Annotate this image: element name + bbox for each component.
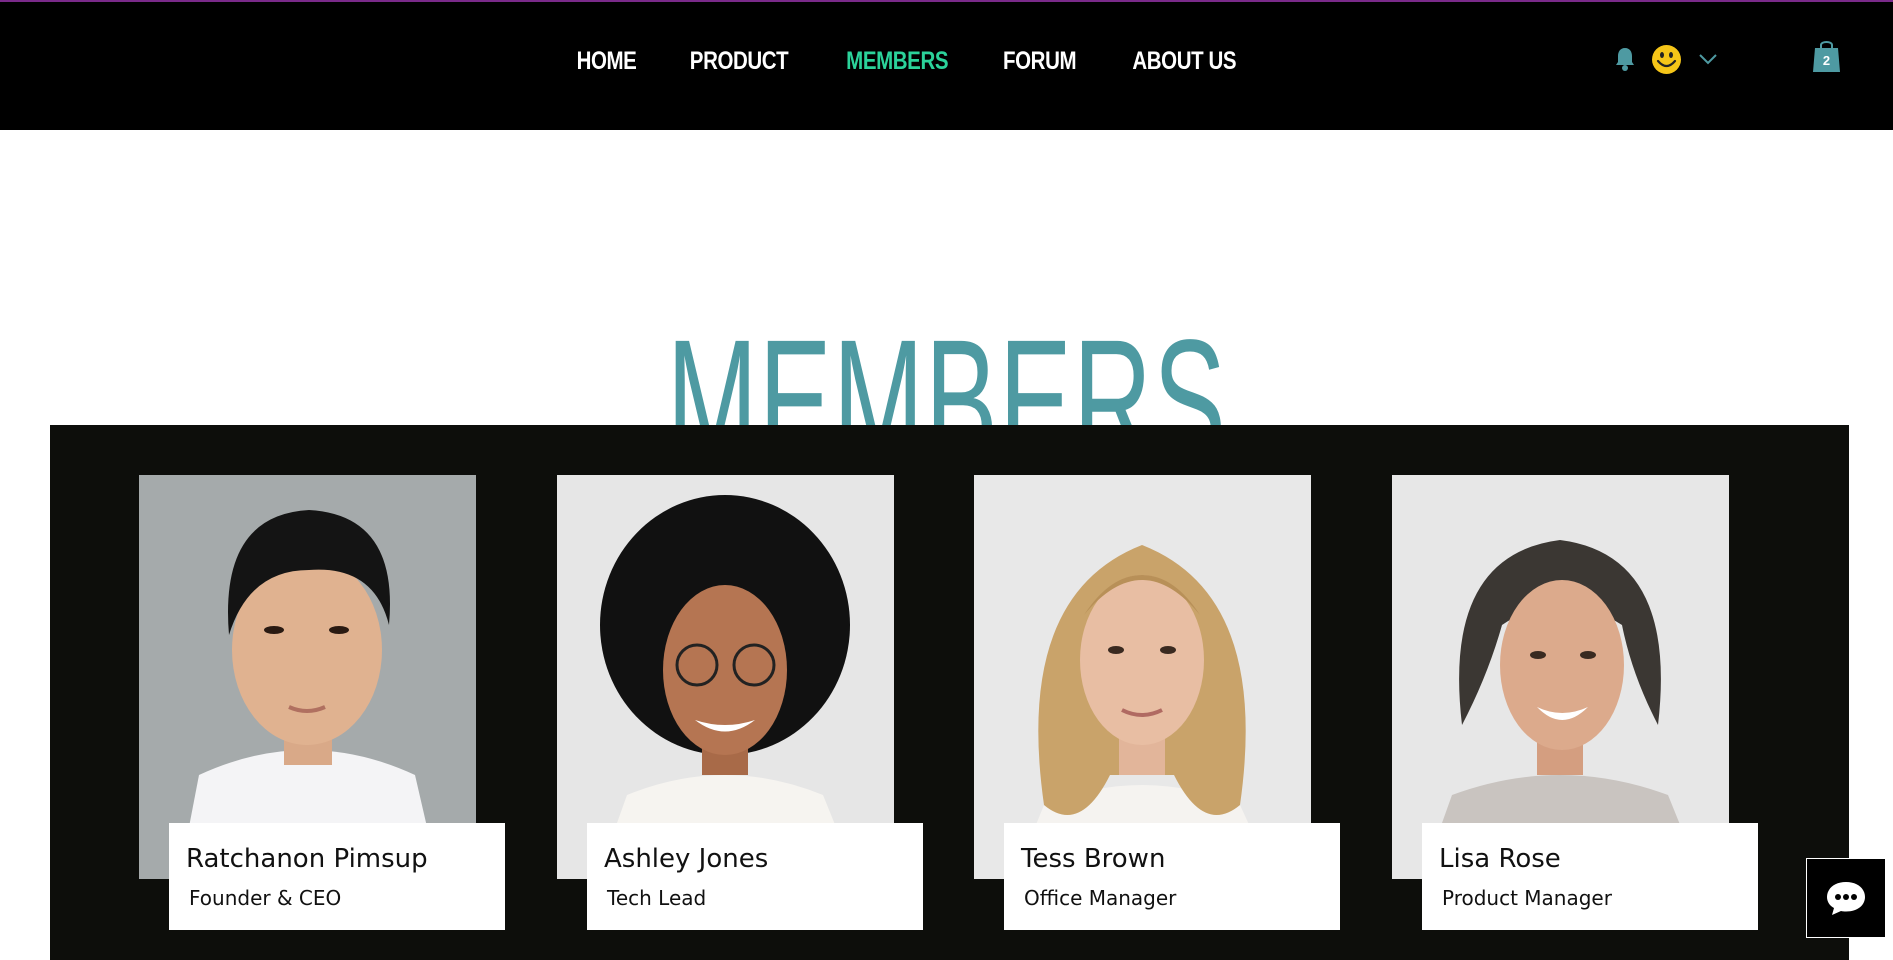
member-info: Lisa Rose Product Manager	[1422, 823, 1758, 930]
member-photo	[1392, 475, 1729, 879]
member-card: Ashley Jones Tech Lead	[557, 475, 923, 931]
nav-item-home[interactable]: HOME	[577, 47, 637, 76]
nav-item-about-us[interactable]: ABOUT US	[1132, 47, 1236, 76]
member-name: Ashley Jones	[604, 844, 769, 874]
member-info: Ratchanon Pimsup Founder & CEO	[169, 823, 505, 930]
member-info: Ashley Jones Tech Lead	[587, 823, 923, 930]
nav-item-members[interactable]: MEMBERS	[846, 47, 948, 76]
member-card: Tess Brown Office Manager	[974, 475, 1340, 931]
member-photo	[974, 475, 1311, 879]
chevron-down-icon[interactable]	[1698, 52, 1718, 66]
member-name: Ratchanon Pimsup	[186, 844, 428, 874]
member-role: Product Manager	[1442, 886, 1612, 910]
chat-button[interactable]	[1806, 858, 1886, 938]
site-header: HOME PRODUCT MEMBERS FORUM ABOUT US 2	[0, 2, 1893, 130]
smiley-avatar-icon[interactable]	[1651, 44, 1682, 75]
member-card: Lisa Rose Product Manager	[1392, 475, 1758, 931]
cart-count-badge: 2	[1822, 53, 1831, 68]
member-card: Ratchanon Pimsup Founder & CEO	[139, 475, 505, 931]
bell-icon[interactable]	[1614, 46, 1636, 72]
member-info: Tess Brown Office Manager	[1004, 823, 1340, 930]
nav-item-forum[interactable]: FORUM	[1003, 47, 1077, 76]
member-photo	[139, 475, 476, 879]
nav-item-product[interactable]: PRODUCT	[690, 47, 789, 76]
member-name: Tess Brown	[1021, 844, 1166, 874]
main-nav: HOME PRODUCT MEMBERS FORUM ABOUT US	[0, 2, 1893, 120]
member-role: Office Manager	[1024, 886, 1177, 910]
member-role: Founder & CEO	[189, 886, 342, 910]
member-photo	[557, 475, 894, 879]
member-role: Tech Lead	[607, 886, 707, 910]
chat-bubble-icon	[1827, 882, 1865, 915]
member-name: Lisa Rose	[1439, 844, 1561, 874]
